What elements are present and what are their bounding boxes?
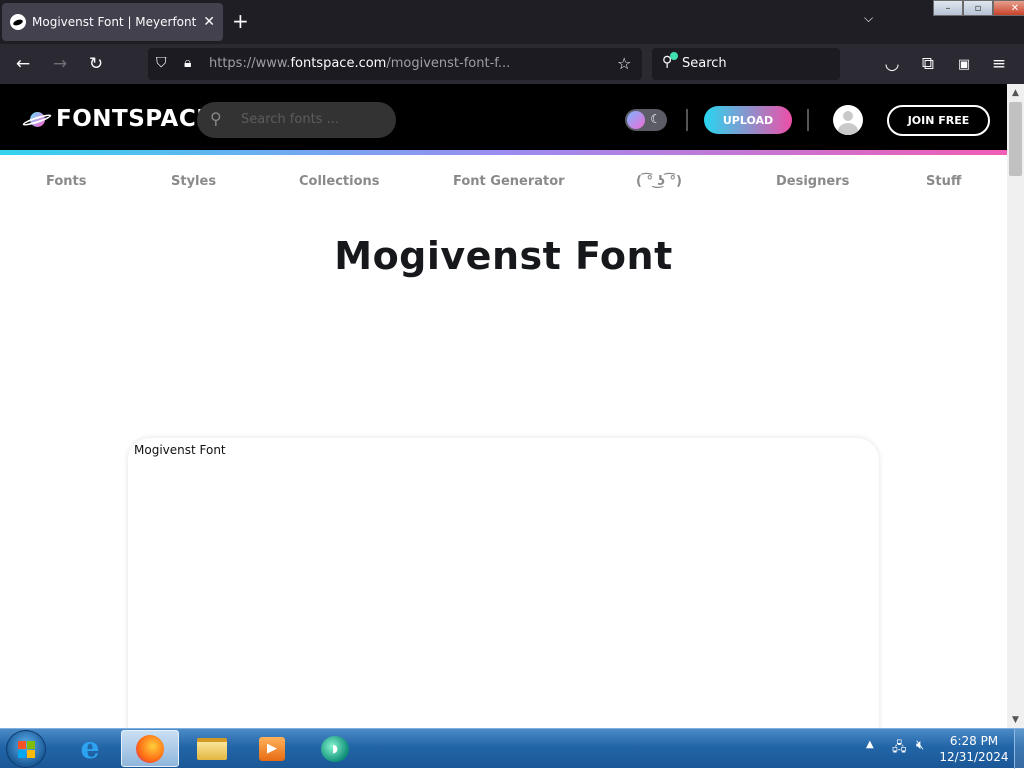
scroll-down-arrow-icon[interactable]: ▼ [1007, 711, 1024, 728]
system-clock[interactable]: 6:28 PM 12/31/2024 [936, 733, 1012, 765]
address-bar[interactable]: ⛉ 🔒︎ https://www.fontspace.com/mogivenst… [148, 48, 642, 80]
clock-time: 6:28 PM [949, 734, 999, 748]
search-engine-icon: ⚲ [662, 52, 678, 70]
tab-title: Mogivenst Font | Meyerfonts | Fo [32, 15, 198, 29]
webpage: FONTSPACE ⚲ Search fonts ... ☾ UPLOAD JO… [0, 84, 1007, 728]
minimize-button[interactable]: – [933, 0, 963, 16]
site-nav: Fonts Styles Collections Font Generator … [0, 170, 1007, 194]
toggle-knob [627, 111, 645, 129]
file-explorer-icon[interactable] [183, 730, 241, 767]
start-button[interactable] [6, 730, 46, 768]
url-path: /mogivenst-font-f... [386, 56, 511, 71]
nav-font-generator[interactable]: Font Generator [453, 174, 565, 189]
nav-lenny-face[interactable]: ( ͡° ͜ʖ ͡°) [636, 174, 682, 189]
header-gradient-line [0, 150, 1007, 155]
scroll-up-arrow-icon[interactable]: ▲ [1007, 84, 1024, 101]
addon-badge-icon[interactable]: ▣ [952, 52, 976, 76]
hamburger-menu-icon[interactable]: ≡ [987, 52, 1011, 76]
planet-logo-icon [21, 108, 53, 130]
volume-muted-icon[interactable]: 🔇︎ [916, 738, 924, 753]
window-controls: – ▫ ✕ [933, 0, 1024, 16]
url-host: fontspace.com [290, 56, 387, 71]
clock-date: 12/31/2024 [939, 750, 1009, 764]
lock-icon[interactable]: 🔒︎ [184, 55, 191, 71]
network-icon[interactable]: 🖧︎ [892, 738, 907, 760]
fontspace-logo[interactable]: FONTSPACE [21, 106, 213, 132]
messenger-app-icon[interactable]: ◗ [306, 730, 364, 767]
logo-text: FONTSPACE [56, 106, 213, 132]
join-free-button[interactable]: JOIN FREE [887, 105, 990, 136]
user-avatar-icon[interactable] [833, 105, 863, 135]
close-window-button[interactable]: ✕ [993, 0, 1024, 16]
moon-icon: ☾ [650, 112, 661, 126]
list-all-tabs-chevron-icon[interactable]: ⌵ [864, 11, 873, 26]
tracking-shield-icon[interactable]: ⛉ [156, 55, 167, 71]
bookmark-star-icon[interactable]: ☆ [617, 54, 631, 73]
scrollbar-thumb[interactable] [1009, 102, 1022, 176]
url-text[interactable]: https://www.fontspace.com/mogivenst-font… [209, 56, 599, 71]
close-tab-icon[interactable]: ✕ [203, 14, 215, 30]
font-preview-card: Mogivenst Font [128, 438, 879, 728]
font-preview-image-alt: Mogivenst Font [134, 443, 226, 457]
upload-button[interactable]: UPLOAD [704, 106, 792, 134]
browser-search-placeholder: Search [682, 56, 727, 71]
browser-toolbar: ← → ↻ ⛉ 🔒︎ https://www.fontspace.com/mog… [0, 44, 1024, 84]
windows-logo-icon [18, 741, 36, 759]
url-prefix: https://www. [209, 56, 291, 71]
maximize-button[interactable]: ▫ [963, 0, 993, 16]
search-icon: ⚲ [210, 109, 222, 128]
nav-styles[interactable]: Styles [171, 174, 216, 189]
fontspace-favicon-icon [10, 14, 26, 30]
extensions-puzzle-icon[interactable]: ⧉ [916, 52, 940, 76]
new-tab-button[interactable]: + [232, 9, 249, 33]
show-desktop-button[interactable] [1014, 729, 1024, 769]
pocket-icon[interactable]: ◡ [880, 52, 904, 76]
browser-search-box[interactable]: ⚲ Search [652, 48, 840, 80]
header-divider [686, 109, 688, 131]
internet-explorer-icon[interactable]: e [61, 730, 119, 767]
dark-mode-toggle[interactable]: ☾ [625, 109, 667, 131]
site-header: FONTSPACE ⚲ Search fonts ... ☾ UPLOAD JO… [0, 84, 1007, 155]
media-player-icon[interactable]: ▶ [243, 730, 301, 767]
nav-collections[interactable]: Collections [299, 174, 380, 189]
site-search-placeholder: Search fonts ... [241, 112, 339, 127]
page-title: Mogivenst Font [334, 234, 673, 278]
back-arrow-icon[interactable]: ← [11, 52, 35, 76]
nav-designers[interactable]: Designers [776, 174, 849, 189]
nav-stuff[interactable]: Stuff [926, 174, 961, 189]
page-scrollbar[interactable]: ▲ ▼ [1007, 84, 1024, 728]
site-search-input[interactable]: ⚲ Search fonts ... [197, 102, 396, 138]
header-divider [807, 109, 809, 131]
browser-tab-strip: Mogivenst Font | Meyerfonts | Fo ✕ + ⌵ –… [0, 0, 1024, 44]
browser-tab[interactable]: Mogivenst Font | Meyerfonts | Fo ✕ [2, 3, 223, 41]
reload-icon[interactable]: ↻ [84, 52, 108, 76]
show-hidden-icons-arrow-icon[interactable]: ▲ [866, 739, 874, 750]
forward-arrow-icon[interactable]: → [48, 52, 72, 76]
nav-fonts[interactable]: Fonts [46, 174, 87, 189]
firefox-icon[interactable] [121, 730, 179, 767]
windows-taskbar: e ▶ ◗ ▲ 🖧︎ 🔇︎ 6:28 PM 12/31/2024 [0, 728, 1024, 769]
